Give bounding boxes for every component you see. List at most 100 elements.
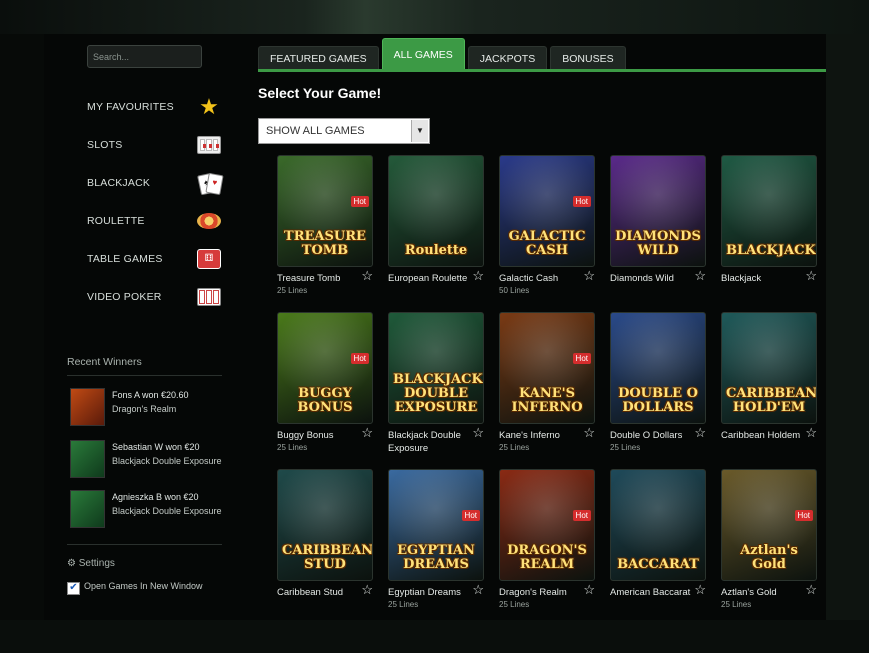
winner-game-thumbnail (70, 440, 105, 478)
game-name[interactable]: Kane's Inferno (499, 429, 583, 442)
sidebar-item-table-games[interactable]: TABLE GAMES ⚅ (87, 240, 222, 278)
favourite-star-icon[interactable]: ☆ (583, 583, 595, 597)
chevron-down-icon[interactable]: ▼ (411, 120, 428, 142)
recent-winner-item[interactable]: Fons A won €20.60 Dragon's Realm (70, 388, 230, 428)
game-thumbnail[interactable]: Roulette (388, 155, 484, 267)
hot-badge: Hot (794, 510, 813, 521)
game-name[interactable]: Caribbean Stud (277, 586, 361, 599)
game-card[interactable]: KANE'S INFERNO Hot Kane's Inferno 25 Lines ☆ (499, 312, 595, 462)
game-card[interactable]: DIAMONDS WILD Diamonds Wild ☆ (610, 155, 706, 305)
game-lines: 25 Lines (388, 600, 419, 609)
game-name[interactable]: Dragon's Realm (499, 586, 583, 599)
tab-jackpots[interactable]: JACKPOTS (467, 46, 548, 70)
game-card[interactable]: BUGGY BONUS Hot Buggy Bonus 25 Lines ☆ (277, 312, 373, 462)
game-name[interactable]: Galactic Cash (499, 272, 583, 285)
game-name[interactable]: Caribbean Holdem (721, 429, 805, 442)
cards-icon: ♠♥ (196, 171, 224, 196)
hot-badge: Hot (461, 510, 480, 521)
game-thumbnail[interactable]: CARIBBEAN STUD (277, 469, 373, 581)
dice-icon: ⚅ (196, 247, 222, 271)
page-background-left (0, 34, 44, 653)
game-logo: EGYPTIAN DREAMS (397, 543, 475, 572)
settings-title: ⚙ Settings (67, 558, 115, 569)
winner-text: Agnieszka B won €20 (112, 492, 199, 502)
search-input[interactable]: Search... (87, 45, 202, 68)
game-name[interactable]: Egyptian Dreams (388, 586, 472, 599)
favourite-star-icon[interactable]: ☆ (694, 426, 706, 440)
game-name[interactable]: Treasure Tomb (277, 272, 361, 285)
game-thumbnail[interactable]: GALACTIC CASH Hot (499, 155, 595, 267)
game-thumbnail[interactable]: BUGGY BONUS Hot (277, 312, 373, 424)
roulette-icon (196, 209, 222, 233)
game-card[interactable]: BACCARAT American Baccarat ☆ (610, 469, 706, 619)
hot-badge: Hot (350, 353, 369, 364)
game-thumbnail[interactable]: EGYPTIAN DREAMS Hot (388, 469, 484, 581)
game-name[interactable]: Blackjack Double Exposure (388, 429, 472, 455)
game-card[interactable]: BLACKJACK DOUBLE EXPOSURE Blackjack Doubl… (388, 312, 484, 462)
favourite-star-icon[interactable]: ☆ (472, 269, 484, 283)
game-thumbnail[interactable]: BACCARAT (610, 469, 706, 581)
game-name[interactable]: Diamonds Wild (610, 272, 694, 285)
game-thumbnail[interactable]: CARIBBEAN HOLD'EM (721, 312, 817, 424)
open-new-window-checkbox[interactable]: ✔ (67, 582, 80, 595)
favourite-star-icon[interactable]: ☆ (805, 583, 817, 597)
game-name[interactable]: Double O Dollars (610, 429, 694, 442)
winner-game-thumbnail (70, 490, 105, 528)
recent-winners-title: Recent Winners (67, 356, 142, 368)
game-thumbnail[interactable]: BLACKJACK (721, 155, 817, 267)
game-card[interactable]: Roulette European Roulette ☆ (388, 155, 484, 305)
game-logo: BUGGY BONUS (297, 386, 353, 415)
favourite-star-icon[interactable]: ☆ (694, 269, 706, 283)
game-thumbnail[interactable]: KANE'S INFERNO Hot (499, 312, 595, 424)
game-thumbnail[interactable]: Aztlan's Gold Hot (721, 469, 817, 581)
favourite-star-icon[interactable]: ☆ (583, 269, 595, 283)
tab-featured-games[interactable]: FEATURED GAMES (258, 46, 379, 70)
game-card[interactable]: BLACKJACK Blackjack ☆ (721, 155, 817, 305)
tab-bonuses[interactable]: BONUSES (550, 46, 626, 70)
sidebar-item-roulette[interactable]: ROULETTE (87, 202, 222, 240)
game-name[interactable]: American Baccarat (610, 586, 694, 599)
game-thumbnail[interactable]: DOUBLE O DOLLARS (610, 312, 706, 424)
favourite-star-icon[interactable]: ☆ (694, 583, 706, 597)
sidebar-item-my-favourites[interactable]: MY FAVOURITES ★ (87, 88, 222, 126)
game-card[interactable]: DRAGON'S REALM Hot Dragon's Realm 25 Lines ☆ (499, 469, 595, 619)
recent-winner-item[interactable]: Sebastian W won €20 Blackjack Double Exp… (70, 440, 230, 480)
game-logo: Aztlan's Gold (740, 543, 798, 572)
game-card[interactable]: TREASURE TOMB Hot Treasure Tomb 25 Lines ☆ (277, 155, 373, 305)
game-card[interactable]: EGYPTIAN DREAMS Hot Egyptian Dreams 25 Line… (388, 469, 484, 619)
game-name[interactable]: European Roulette (388, 272, 472, 285)
settings-title-text: Settings (78, 558, 115, 569)
divider (67, 544, 222, 545)
favourite-star-icon[interactable]: ☆ (583, 426, 595, 440)
sidebar-item-blackjack[interactable]: BLACKJACK ♠♥ (87, 164, 224, 202)
video-poker-icon (196, 285, 222, 309)
recent-winner-item[interactable]: Agnieszka B won €20 Blackjack Double Exp… (70, 490, 230, 530)
game-thumbnail[interactable]: DIAMONDS WILD (610, 155, 706, 267)
sidebar-item-video-poker[interactable]: VIDEO POKER (87, 278, 222, 316)
winner-game-name: Blackjack Double Exposure (112, 456, 222, 466)
game-card[interactable]: CARIBBEAN HOLD'EM Caribbean Holdem ☆ (721, 312, 817, 462)
favourite-star-icon[interactable]: ☆ (472, 426, 484, 440)
favourite-star-icon[interactable]: ☆ (361, 269, 373, 283)
favourite-star-icon[interactable]: ☆ (805, 426, 817, 440)
game-filter-select[interactable]: SHOW ALL GAMES ▼ (258, 118, 430, 144)
favourite-star-icon[interactable]: ☆ (805, 269, 817, 283)
game-card[interactable]: Aztlan's Gold Hot Aztlan's Gold 25 Lines ☆ (721, 469, 817, 619)
game-thumbnail[interactable]: BLACKJACK DOUBLE EXPOSURE (388, 312, 484, 424)
game-lines: 25 Lines (277, 443, 308, 452)
game-name[interactable]: Aztlan's Gold (721, 586, 805, 599)
game-card[interactable]: DOUBLE O DOLLARS Double O Dollars 25 Lines… (610, 312, 706, 462)
sidebar-item-slots[interactable]: SLOTS (87, 126, 222, 164)
game-logo: GALACTIC CASH (508, 229, 586, 258)
game-thumbnail[interactable]: DRAGON'S REALM Hot (499, 469, 595, 581)
game-name[interactable]: Buggy Bonus (277, 429, 361, 442)
favourite-star-icon[interactable]: ☆ (472, 583, 484, 597)
game-card[interactable]: GALACTIC CASH Hot Galactic Cash 50 Lines ☆ (499, 155, 595, 305)
tab-all-games[interactable]: ALL GAMES (381, 38, 465, 70)
game-thumbnail[interactable]: TREASURE TOMB Hot (277, 155, 373, 267)
game-name[interactable]: Blackjack (721, 272, 805, 285)
favourite-star-icon[interactable]: ☆ (361, 426, 373, 440)
winner-game-thumbnail (70, 388, 105, 426)
game-card[interactable]: CARIBBEAN STUD Caribbean Stud ☆ (277, 469, 373, 619)
favourite-star-icon[interactable]: ☆ (361, 583, 373, 597)
